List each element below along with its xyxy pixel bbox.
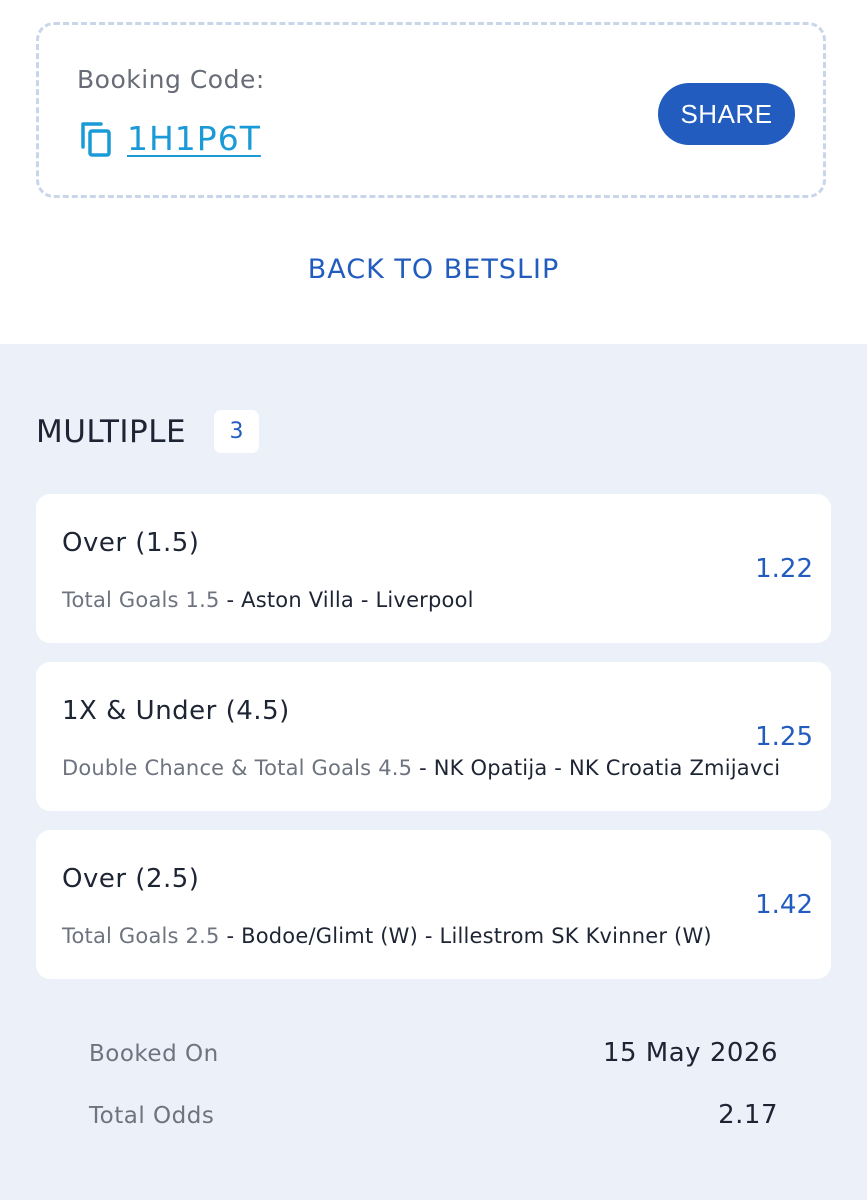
booking-code-label: Booking Code: (77, 65, 265, 94)
booked-on-value: 15 May 2026 (602, 1038, 778, 1068)
bet-odds: 1.42 (755, 890, 813, 920)
share-button[interactable]: SHARE (658, 83, 795, 145)
bet-type-title: MULTIPLE (36, 414, 187, 450)
bet-odds: 1.25 (755, 722, 813, 752)
bet-selection: 1X & Under (4.5) (62, 696, 290, 726)
total-odds-label: Total Odds (89, 1103, 215, 1129)
bet-card[interactable]: Over (1.5) Total Goals 1.5 - Aston Villa… (36, 494, 831, 643)
bet-selection: Over (1.5) (62, 528, 200, 558)
booking-code-row[interactable]: 1H1P6T (79, 119, 261, 158)
bets-section: MULTIPLE 3 Over (1.5) Total Goals 1.5 - … (0, 344, 867, 1200)
bet-separator: - (226, 588, 235, 612)
bet-market: Total Goals 2.5 (62, 924, 220, 948)
copy-icon[interactable] (79, 120, 113, 158)
bet-detail: Double Chance & Total Goals 4.5 - NK Opa… (62, 756, 780, 780)
bet-detail: Total Goals 1.5 - Aston Villa - Liverpoo… (62, 588, 474, 612)
bet-event: NK Opatija - NK Croatia Zmijavci (433, 756, 781, 780)
back-to-betslip-link[interactable]: BACK TO BETSLIP (0, 254, 867, 285)
bet-selection: Over (2.5) (62, 864, 200, 894)
bet-separator: - (419, 756, 427, 780)
bet-event: Bodoe/Glimt (W) - Lillestrom SK Kvinner … (241, 924, 712, 948)
bet-card[interactable]: 1X & Under (4.5) Double Chance & Total G… (36, 662, 831, 811)
booking-header: Booking Code: 1H1P6T SHARE BACK TO BETSL… (0, 0, 867, 344)
bet-odds: 1.22 (755, 554, 813, 584)
bet-detail: Total Goals 2.5 - Bodoe/Glimt (W) - Lill… (62, 924, 712, 948)
total-odds-value: 2.17 (718, 1100, 778, 1130)
booked-on-label: Booked On (89, 1041, 219, 1067)
bet-card[interactable]: Over (2.5) Total Goals 2.5 - Bodoe/Glimt… (36, 830, 831, 979)
selection-count-badge: 3 (214, 410, 259, 453)
booking-code-box: Booking Code: 1H1P6T SHARE (36, 22, 826, 198)
bet-market: Total Goals 1.5 (62, 588, 220, 612)
bet-market: Double Chance & Total Goals 4.5 (62, 756, 413, 780)
booking-code[interactable]: 1H1P6T (127, 119, 261, 158)
bet-separator: - (226, 924, 235, 948)
bet-event: Aston Villa - Liverpool (241, 588, 474, 612)
